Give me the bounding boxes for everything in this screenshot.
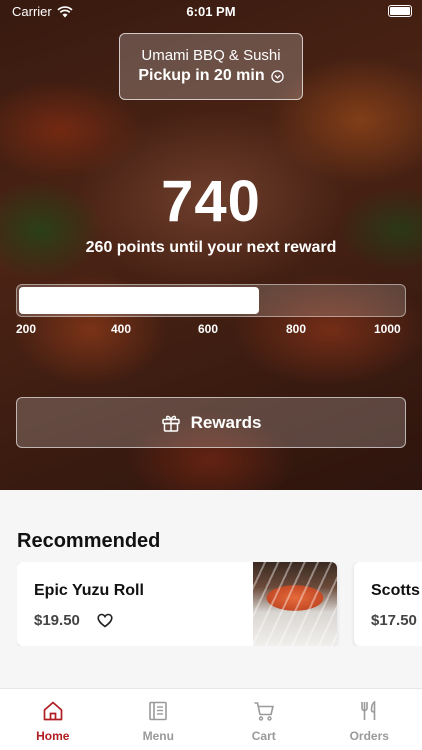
tick-label: 800 (286, 322, 307, 336)
menu-icon (149, 701, 168, 721)
tab-menu[interactable]: Menu (106, 689, 212, 750)
store-pickup-selector[interactable]: Umami BBQ & Sushi Pickup in 20 min (119, 33, 303, 100)
tab-bar: Home Menu Cart Orders (0, 688, 422, 750)
tick-label: 600 (198, 322, 219, 336)
heart-icon[interactable] (97, 613, 113, 628)
tick-label: 1000 (374, 322, 401, 336)
cart-icon (254, 702, 274, 721)
tab-cart[interactable]: Cart (211, 689, 317, 750)
recommended-carousel[interactable]: Epic Yuzu Roll $19.50 Scotts $17.50 (17, 562, 422, 646)
tab-label: Home (36, 729, 70, 743)
pickup-time: Pickup in 20 min (120, 67, 302, 85)
battery-icon (388, 5, 412, 17)
rewards-progress-bar (16, 284, 406, 317)
tick-label: 400 (111, 322, 132, 336)
gift-icon (161, 415, 180, 432)
product-price: $19.50 (34, 612, 80, 629)
clock: 6:01 PM (186, 4, 236, 19)
points-balance: 740 (161, 169, 261, 234)
tab-label: Cart (251, 729, 276, 743)
product-card[interactable]: Epic Yuzu Roll $19.50 (17, 562, 337, 646)
product-image (253, 562, 337, 646)
rewards-progress-fill (19, 287, 259, 314)
progress-ticks: 200 400 600 800 1000 (16, 322, 406, 338)
product-name: Epic Yuzu Roll (34, 582, 144, 599)
points-until-reward: 260 points until your next reward (85, 239, 337, 256)
store-name: Umami BBQ & Sushi (141, 47, 281, 64)
rewards-button[interactable]: Rewards (16, 397, 406, 448)
tick-label: 200 (16, 322, 37, 336)
tab-label: Menu (142, 729, 174, 743)
orders-icon (361, 700, 376, 720)
chevron-down-circle-icon (270, 69, 284, 83)
product-price: $17.50 (371, 612, 417, 629)
product-name: Scotts (371, 582, 420, 599)
status-bar: Carrier 6:01 PM (0, 0, 422, 24)
product-card[interactable]: Scotts $17.50 (354, 562, 422, 646)
rewards-label: Rewards (190, 412, 262, 432)
tab-orders[interactable]: Orders (317, 689, 422, 750)
tab-home[interactable]: Home (0, 689, 106, 750)
home-icon (43, 701, 63, 721)
pickup-label: Pickup in 20 min (138, 67, 265, 84)
hero-section: Carrier 6:01 PM Umami BBQ & Sushi Pickup… (0, 0, 422, 490)
recommended-heading: Recommended (17, 530, 161, 552)
tab-label: Orders (349, 729, 389, 743)
